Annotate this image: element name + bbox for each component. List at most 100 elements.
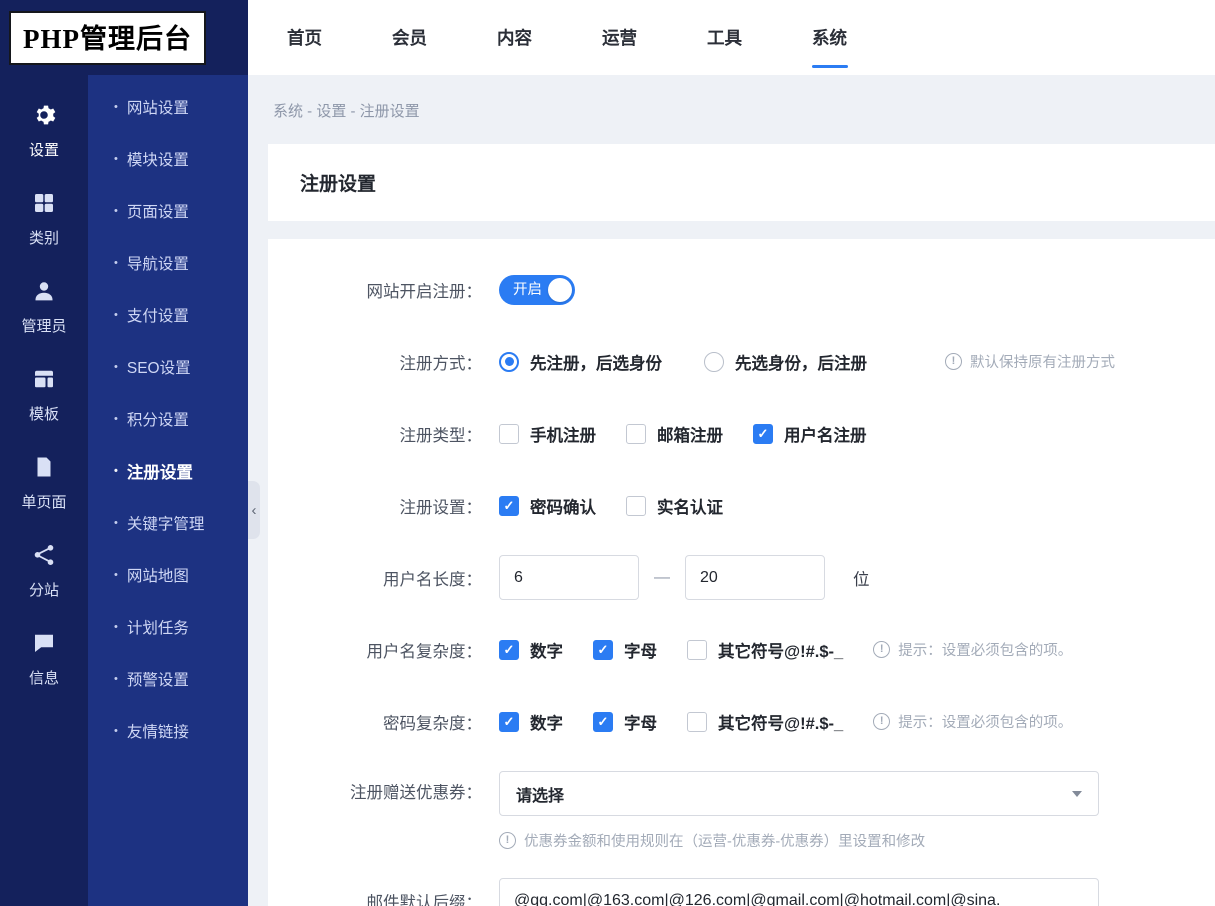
rail-item-settings[interactable]: 设置 — [0, 87, 88, 175]
form-row-register-setting: 注册设置： 密码确认 实名认证 — [304, 483, 1215, 528]
sidebar-item-payment-settings[interactable]: 支付设置 — [88, 289, 248, 341]
app-logo[interactable]: PHP管理后台 — [9, 10, 206, 65]
registration-settings-form: 网站开启注册： 开启 注册方式： 先注册，后选身份 先选身份，后注册 ! 默认保… — [268, 239, 1215, 906]
menu-item-label: 关键字管理 — [126, 516, 205, 533]
sidebar-item-page-settings[interactable]: 页面设置 — [88, 185, 248, 237]
sidebar-item-keyword-management[interactable]: 关键字管理 — [88, 497, 248, 549]
rail-item-admins[interactable]: 管理员 — [0, 263, 88, 351]
sidebar-item-sitemap[interactable]: 网站地图 — [88, 549, 248, 601]
field-label: 邮件默认后缀： — [366, 893, 483, 906]
sidebar-body: 设置 类别 管理员 模板 单页面 分站 信息 • 网站设置 • 模块设置 • 页… — [0, 75, 260, 906]
radio-register-then-identity[interactable]: 先注册，后选身份 — [499, 350, 662, 374]
sidebar-item-cron-tasks[interactable]: 计划任务 — [88, 601, 248, 653]
nav-item-label: 会员 — [392, 28, 427, 48]
checkbox-option-label: 字母 — [624, 714, 657, 733]
info-icon — [873, 713, 891, 730]
checkbox-password-confirm[interactable]: 密码确认 — [499, 494, 596, 518]
nav-item-system[interactable]: 系统 — [810, 0, 849, 76]
field-label: 网站开启注册： — [366, 282, 483, 301]
sidebar-item-nav-settings[interactable]: 导航设置 — [88, 237, 248, 289]
checkbox-username-letters[interactable]: 字母 — [593, 638, 657, 662]
coupon-hint: 优惠券金额和使用规则在（运营-优惠券-优惠券）里设置和修改 — [499, 830, 925, 851]
menu-item-label: 友情链接 — [126, 724, 189, 741]
checkbox-icon — [593, 711, 613, 732]
nav-item-operations[interactable]: 运营 — [600, 0, 639, 76]
sidebar: PHP管理后台 设置 类别 管理员 模板 单页面 分站 信息 • 网站设置 • … — [0, 0, 260, 906]
sidebar-item-seo-settings[interactable]: SEO设置 — [88, 341, 248, 393]
nav-item-label: 工具 — [707, 28, 742, 48]
nav-item-home[interactable]: 首页 — [285, 0, 324, 76]
checkbox-icon — [499, 423, 519, 444]
checkbox-option-label: 实名认证 — [657, 498, 723, 517]
checkbox-realname-auth[interactable]: 实名认证 — [626, 494, 723, 518]
select-value: 请选择 — [516, 787, 565, 805]
checkbox-option-label: 用户名注册 — [784, 426, 867, 445]
checkbox-option-label: 其它符号@!#.$-_ — [718, 642, 844, 661]
form-row-register-coupon: 注册赠送优惠券： 请选择 优惠券金额和使用规则在（运营-优惠券-优惠券）里设置和… — [304, 771, 1215, 851]
nav-item-label: 首页 — [287, 28, 322, 48]
checkbox-icon — [499, 495, 519, 516]
rail-item-label: 信息 — [28, 670, 59, 687]
settings-submenu: 网站设置 模块设置 页面设置 导航设置 支付设置 SEO设置 积分设置 注册设置… — [88, 75, 260, 906]
rail-item-templates[interactable]: 模板 — [0, 351, 88, 439]
checkbox-option-label: 密码确认 — [530, 498, 596, 517]
sidebar-item-register-settings[interactable]: 注册设置 — [88, 445, 248, 497]
field-label: 注册类型： — [399, 426, 483, 445]
form-row-register-type: 注册类型： 手机注册 邮箱注册 用户名注册 — [304, 411, 1215, 456]
rail-item-categories[interactable]: 类别 — [0, 175, 88, 263]
rail-item-label: 单页面 — [21, 494, 67, 511]
sidebar-item-friend-links[interactable]: 友情链接 — [88, 705, 248, 757]
sidebar-collapse-handle[interactable] — [248, 481, 260, 539]
checkbox-icon — [499, 639, 519, 660]
email-suffix-input[interactable] — [499, 878, 1099, 906]
radio-identity-then-register[interactable]: 先选身份，后注册 — [704, 350, 867, 374]
nav-item-tools[interactable]: 工具 — [705, 0, 744, 76]
menu-item-label: SEO设置 — [126, 360, 191, 377]
checkbox-option-label: 数字 — [530, 642, 563, 661]
sidebar-item-module-settings[interactable]: 模块设置 — [88, 133, 248, 185]
checkbox-username-symbols[interactable]: 其它符号@!#.$-_ — [687, 638, 843, 662]
menu-item-label: 注册设置 — [126, 464, 193, 482]
coupon-select[interactable]: 请选择 — [499, 771, 1099, 816]
checkbox-option-label: 邮箱注册 — [657, 426, 723, 445]
checkbox-password-letters[interactable]: 字母 — [593, 710, 657, 734]
length-unit-label: 位 — [853, 570, 870, 589]
rail-item-single-page[interactable]: 单页面 — [0, 439, 88, 527]
form-row-username-complexity: 用户名复杂度： 数字 字母 其它符号@!#.$-_ — [304, 627, 1215, 672]
nav-item-label: 运营 — [602, 28, 637, 48]
nav-item-members[interactable]: 会员 — [390, 0, 429, 76]
checkbox-option-label: 字母 — [624, 642, 657, 661]
hint-text: 优惠券金额和使用规则在（运营-优惠券-优惠券）里设置和修改 — [524, 834, 926, 850]
sidebar-item-website-settings[interactable]: 网站设置 — [88, 81, 248, 133]
checkbox-password-digits[interactable]: 数字 — [499, 710, 563, 734]
sidebar-item-points-settings[interactable]: 积分设置 — [88, 393, 248, 445]
gear-icon — [32, 103, 56, 132]
grid-icon — [32, 191, 56, 220]
field-label: 注册设置： — [399, 498, 483, 517]
register-open-toggle[interactable]: 开启 — [499, 274, 575, 305]
checkbox-phone-register[interactable]: 手机注册 — [499, 422, 596, 446]
menu-item-label: 积分设置 — [126, 412, 189, 429]
nav-item-content[interactable]: 内容 — [495, 0, 534, 76]
menu-item-label: 页面设置 — [126, 204, 189, 221]
checkbox-option-label: 其它符号@!#.$-_ — [718, 714, 844, 733]
checkbox-icon — [753, 423, 773, 444]
checkbox-username-register[interactable]: 用户名注册 — [753, 422, 867, 446]
checkbox-password-symbols[interactable]: 其它符号@!#.$-_ — [687, 710, 843, 734]
checkbox-icon — [626, 423, 646, 444]
field-label: 注册赠送优惠券： — [350, 784, 482, 802]
username-max-length-input[interactable] — [685, 555, 825, 600]
rail-item-messages[interactable]: 信息 — [0, 615, 88, 703]
checkbox-option-label: 手机注册 — [530, 426, 596, 445]
checkbox-username-digits[interactable]: 数字 — [499, 638, 563, 662]
hint-text: 默认保持原有注册方式 — [970, 355, 1115, 371]
checkbox-email-register[interactable]: 邮箱注册 — [626, 422, 723, 446]
menu-item-label: 网站地图 — [126, 568, 189, 585]
radio-icon — [704, 351, 724, 372]
checkbox-icon — [687, 711, 707, 732]
checkbox-icon — [593, 639, 613, 660]
username-min-length-input[interactable] — [499, 555, 639, 600]
sidebar-item-alert-settings[interactable]: 预警设置 — [88, 653, 248, 705]
rail-item-substation[interactable]: 分站 — [0, 527, 88, 615]
user-icon — [32, 279, 56, 308]
